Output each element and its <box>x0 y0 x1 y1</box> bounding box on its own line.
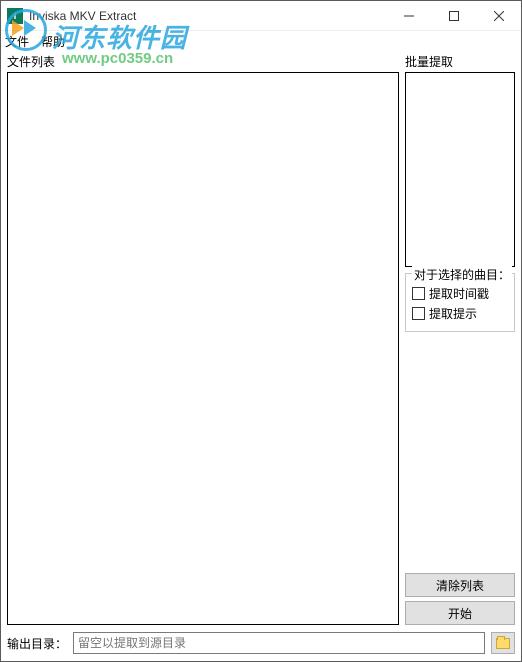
titlebar: I Inviska MKV Extract <box>1 1 521 31</box>
minimize-button[interactable] <box>386 1 431 30</box>
output-row: 输出目录： <box>7 631 515 655</box>
spacer <box>405 338 515 569</box>
batch-extract-label: 批量提取 <box>405 53 515 70</box>
batch-extract-box[interactable] <box>405 72 515 267</box>
menu-help[interactable]: 帮助 <box>41 33 65 50</box>
app-window: I Inviska MKV Extract 文件 帮助 文件列表 批量提取 <box>0 0 522 662</box>
close-button[interactable] <box>476 1 521 30</box>
folder-icon <box>496 638 510 649</box>
extract-timecodes-checkbox[interactable]: 提取时间戳 <box>412 285 508 302</box>
left-column: 文件列表 <box>7 53 399 625</box>
file-list-label: 文件列表 <box>7 53 399 70</box>
output-dir-label: 输出目录： <box>7 635 67 652</box>
menu-file[interactable]: 文件 <box>5 33 29 50</box>
selected-tracks-group-title: 对于选择的曲目： <box>412 266 512 283</box>
content-area: 文件列表 批量提取 对于选择的曲目： 提取时间戳 提取提示 <box>1 51 521 661</box>
start-button[interactable]: 开始 <box>405 601 515 625</box>
output-dir-input[interactable] <box>73 632 485 654</box>
extract-cues-checkbox[interactable]: 提取提示 <box>412 305 508 322</box>
maximize-button[interactable] <box>431 1 476 30</box>
main-row: 文件列表 批量提取 对于选择的曲目： 提取时间戳 提取提示 <box>7 53 515 625</box>
checkbox-icon <box>412 307 425 320</box>
selected-tracks-group: 对于选择的曲目： 提取时间戳 提取提示 <box>405 273 515 332</box>
checkbox-icon <box>412 287 425 300</box>
extract-timecodes-label: 提取时间戳 <box>429 285 489 302</box>
clear-list-label: 清除列表 <box>436 577 484 594</box>
browse-button[interactable] <box>491 632 515 654</box>
extract-cues-label: 提取提示 <box>429 305 477 322</box>
app-icon: I <box>7 8 23 24</box>
clear-list-button[interactable]: 清除列表 <box>405 573 515 597</box>
window-title: Inviska MKV Extract <box>29 9 386 23</box>
right-column: 批量提取 对于选择的曲目： 提取时间戳 提取提示 清除列表 <box>405 53 515 625</box>
start-label: 开始 <box>448 605 472 622</box>
window-controls <box>386 1 521 30</box>
menubar: 文件 帮助 <box>1 31 521 51</box>
file-list-box[interactable] <box>7 72 399 625</box>
